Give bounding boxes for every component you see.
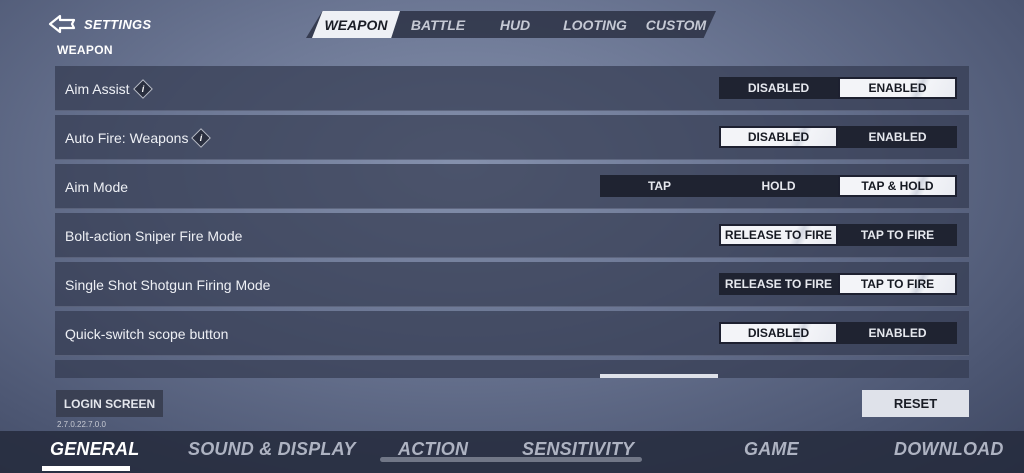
option-disabled[interactable]: DISABLED [719,126,838,148]
setting-row-aim-mode: Aim Mode TAP HOLD TAP & HOLD [55,164,969,209]
setting-row-aim-assist: Aim Assist i DISABLED ENABLED [55,66,969,111]
setting-label: Aim Assist [65,80,130,97]
option-toggle: DISABLED ENABLED [719,126,957,148]
nav-game[interactable]: GAME [744,439,799,460]
partial-option-button[interactable] [600,374,718,378]
option-tap-and-hold[interactable]: TAP & HOLD [838,175,957,197]
tab-battle[interactable]: BATTLE [400,11,476,38]
setting-row-shotgun-fire-mode: Single Shot Shotgun Firing Mode RELEASE … [55,262,969,307]
back-arrow-icon [48,14,76,34]
option-toggle: DISABLED ENABLED [719,322,957,344]
option-disabled[interactable]: DISABLED [719,77,838,99]
info-icon[interactable]: i [132,78,153,99]
nav-sound-display[interactable]: SOUND & DISPLAY [188,439,356,460]
option-enabled[interactable]: ENABLED [838,322,957,344]
setting-label: Auto Fire: Weapons [65,129,189,146]
option-toggle: TAP HOLD TAP & HOLD [600,175,957,197]
option-tap[interactable]: TAP [600,175,719,197]
setting-row-partial [55,360,969,378]
reset-button[interactable]: RESET [862,390,969,417]
login-screen-button[interactable]: LOGIN SCREEN [56,390,163,417]
settings-list[interactable]: Aim Assist i DISABLED ENABLED Auto Fire:… [55,66,969,378]
setting-label: Single Shot Shotgun Firing Mode [65,276,271,293]
bottom-nav: GENERAL SOUND & DISPLAY ACTION SENSITIVI… [0,431,1024,473]
setting-row-sniper-fire-mode: Bolt-action Sniper Fire Mode RELEASE TO … [55,213,969,258]
tab-hud[interactable]: HUD [476,11,554,38]
setting-label: Bolt-action Sniper Fire Mode [65,227,243,244]
setting-row-quick-switch-scope: Quick-switch scope button DISABLED ENABL… [55,311,969,356]
top-bar: SETTINGS WEAPON BATTLE HUD LOOTING CUSTO… [0,0,1024,44]
category-tabs: WEAPON BATTLE HUD LOOTING CUSTOM [306,11,716,38]
info-icon[interactable]: i [191,127,212,148]
section-title: WEAPON [57,43,113,57]
setting-label: Quick-switch scope button [65,325,229,342]
option-enabled[interactable]: ENABLED [838,126,957,148]
option-tap-to-fire[interactable]: TAP TO FIRE [838,273,957,295]
setting-label: Aim Mode [65,178,129,195]
option-enabled[interactable]: ENABLED [838,77,957,99]
active-tab-indicator [42,466,130,471]
nav-download[interactable]: DOWNLOAD [894,439,1004,460]
option-tap-to-fire[interactable]: TAP TO FIRE [838,224,957,246]
setting-row-auto-fire: Auto Fire: Weapons i DISABLED ENABLED [55,115,969,160]
tab-looting[interactable]: LOOTING [554,11,636,38]
back-button[interactable]: SETTINGS [48,14,151,34]
version-text: 2.7.0.22.7.0.0 [57,420,106,429]
tab-custom[interactable]: CUSTOM [636,11,716,38]
scrollbar[interactable] [380,457,642,462]
option-toggle: RELEASE TO FIRE TAP TO FIRE [719,273,957,295]
tab-weapon[interactable]: WEAPON [312,11,400,38]
settings-title: SETTINGS [84,16,152,32]
option-release-to-fire[interactable]: RELEASE TO FIRE [719,224,838,246]
option-release-to-fire[interactable]: RELEASE TO FIRE [719,273,838,295]
option-toggle: RELEASE TO FIRE TAP TO FIRE [719,224,957,246]
option-toggle: DISABLED ENABLED [719,77,957,99]
nav-general[interactable]: GENERAL [50,439,139,460]
option-disabled[interactable]: DISABLED [719,322,838,344]
option-hold[interactable]: HOLD [719,175,838,197]
